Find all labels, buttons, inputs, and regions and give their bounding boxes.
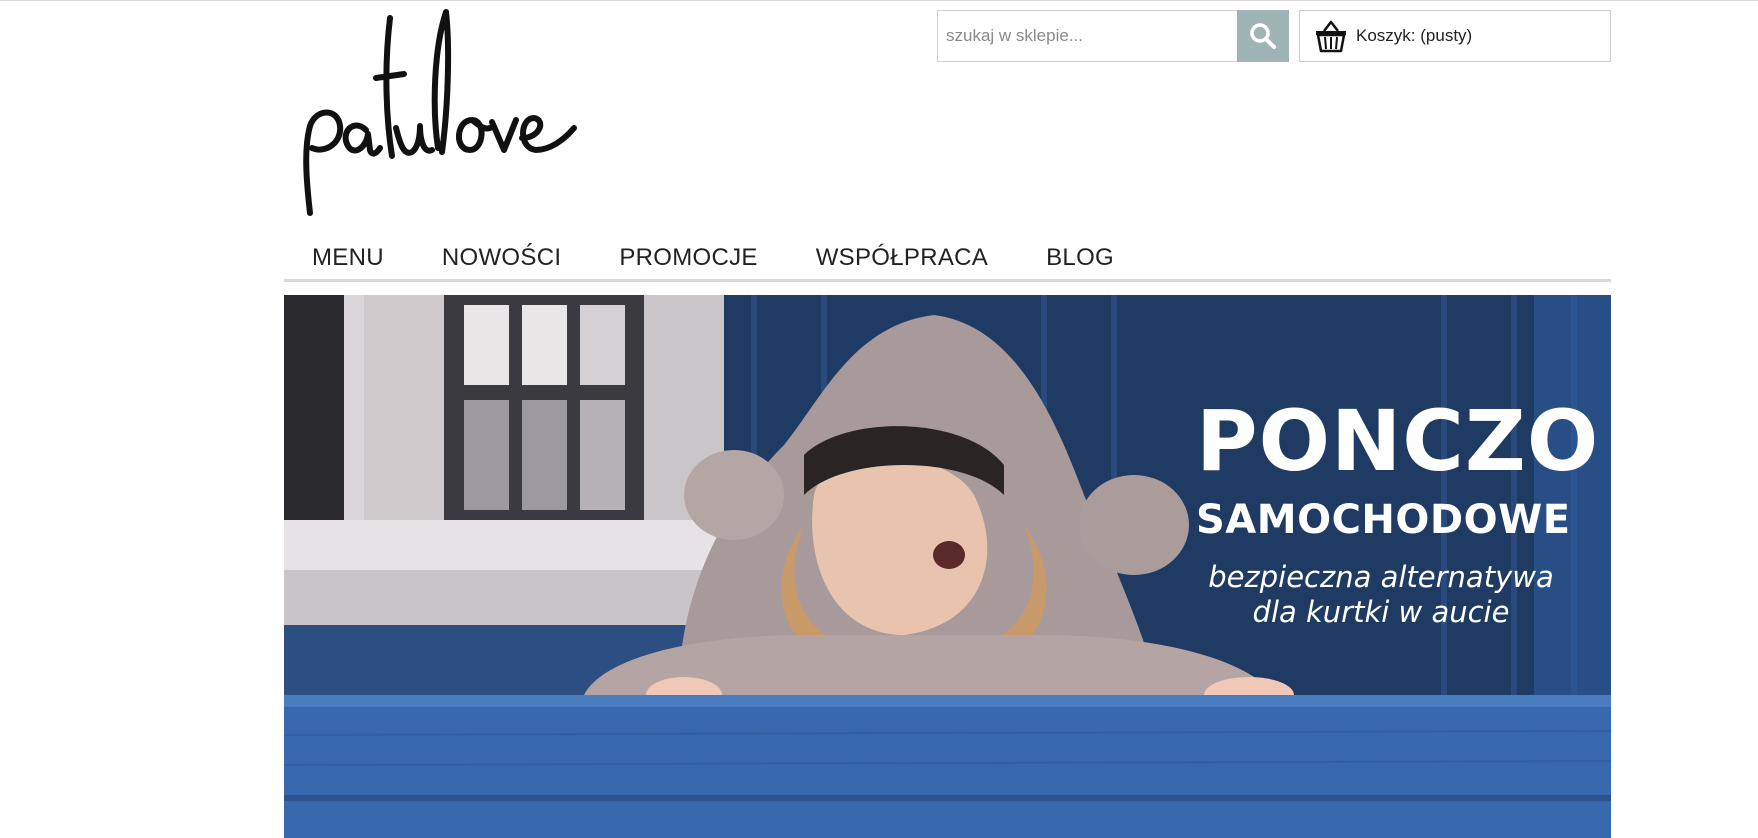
nav-item-menu[interactable]: MENU (312, 244, 384, 272)
cart-label-text: Koszyk: (1356, 26, 1416, 45)
search-button[interactable] (1237, 10, 1289, 62)
cart-button[interactable]: Koszyk: (pusty) (1299, 10, 1611, 62)
top-border (0, 0, 1758, 1)
nav-item-blog[interactable]: BLOG (1046, 244, 1114, 272)
nav-item-nowosci[interactable]: NOWOŚCI (442, 244, 561, 272)
search-icon (1250, 23, 1276, 49)
cart-status: (pusty) (1420, 26, 1473, 45)
banner-tagline-1: bezpieczna alternatywa (1208, 560, 1554, 594)
hero-banner[interactable]: PONCZO SAMOCHODOWE bezpieczna alternatyw… (284, 295, 1611, 838)
banner-tagline-2: dla kurtki w aucie (1252, 595, 1510, 629)
basket-icon (1316, 20, 1346, 53)
nav-item-wspolpraca[interactable]: WSPÓŁPRACA (816, 244, 988, 272)
logo-image (303, 9, 577, 216)
search-input[interactable] (937, 10, 1237, 62)
nav-item-promocje[interactable]: PROMOCJE (619, 244, 757, 272)
banner-title: PONCZO (1196, 392, 1600, 490)
logo[interactable] (296, 8, 586, 218)
main-navigation: MENU NOWOŚCI PROMOCJE WSPÓŁPRACA BLOG (284, 244, 1611, 282)
banner-subtitle: SAMOCHODOWE (1196, 497, 1571, 543)
search-bar (937, 10, 1289, 62)
cart-label: Koszyk: (pusty) (1356, 26, 1472, 46)
